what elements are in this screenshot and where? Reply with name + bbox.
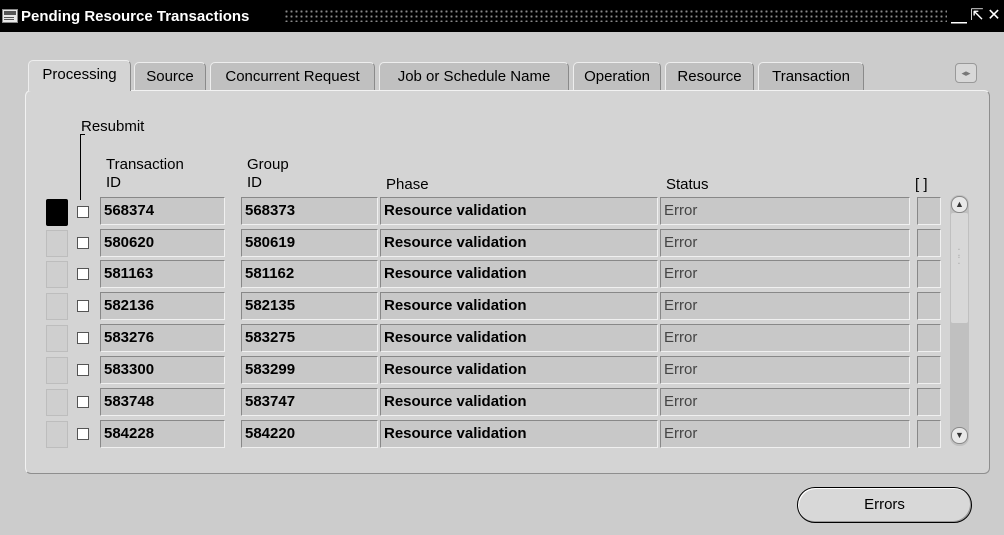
cell-transaction-id[interactable]: 580620 — [100, 229, 225, 257]
header-group-id-line2: ID — [247, 174, 262, 191]
cell-extra[interactable] — [917, 388, 941, 416]
cell-status[interactable]: Error — [660, 260, 910, 288]
window-title: Pending Resource Transactions — [21, 8, 250, 25]
resubmit-checkbox[interactable] — [77, 237, 89, 249]
cell-group-id[interactable]: 581162 — [241, 260, 378, 288]
scroll-down-icon[interactable]: ▼ — [951, 427, 968, 444]
errors-button[interactable]: Errors — [797, 487, 972, 523]
tab-scroll-arrows-icon[interactable]: ◂▸ — [955, 63, 977, 83]
header-transaction-id-line2: ID — [106, 174, 121, 191]
tab-transaction[interactable]: Transaction — [758, 62, 864, 90]
cell-transaction-id[interactable]: 568374 — [100, 197, 225, 225]
vertical-scrollbar[interactable]: ▲ ⁚ ⁚ ▼ — [950, 195, 969, 446]
header-extra: [ ] — [915, 176, 928, 193]
cell-extra[interactable] — [917, 292, 941, 320]
header-transaction-id-line1: Transaction — [106, 156, 184, 173]
cell-group-id[interactable]: 583747 — [241, 388, 378, 416]
tab-processing[interactable]: Processing — [28, 60, 131, 91]
row-selector[interactable] — [46, 261, 68, 288]
cell-transaction-id[interactable]: 582136 — [100, 292, 225, 320]
resubmit-checkbox[interactable] — [77, 206, 89, 218]
header-phase: Phase — [386, 176, 429, 193]
cell-group-id[interactable]: 583299 — [241, 356, 378, 384]
cell-extra[interactable] — [917, 197, 941, 225]
cell-extra[interactable] — [917, 356, 941, 384]
row-selector[interactable] — [46, 230, 68, 257]
cell-phase[interactable]: Resource validation — [380, 229, 658, 257]
resubmit-checkbox[interactable] — [77, 268, 89, 280]
maximize-icon[interactable]: ⇱ — [968, 7, 986, 25]
cell-status[interactable]: Error — [660, 229, 910, 257]
cell-extra[interactable] — [917, 420, 941, 448]
title-bar-pattern — [284, 9, 947, 22]
row-selector[interactable] — [46, 325, 68, 352]
row-selector[interactable] — [46, 293, 68, 320]
cell-transaction-id[interactable]: 583300 — [100, 356, 225, 384]
tab-operation[interactable]: Operation — [573, 62, 661, 90]
cell-group-id[interactable]: 568373 — [241, 197, 378, 225]
resubmit-bracket-line — [80, 134, 81, 200]
header-status: Status — [666, 176, 709, 193]
title-bar: Pending Resource Transactions ⎽ ⇱ ✕ — [0, 0, 1004, 32]
resubmit-checkbox[interactable] — [77, 364, 89, 376]
tab-concurrent-request[interactable]: Concurrent Request — [210, 62, 375, 90]
tab-job-or-schedule-name[interactable]: Job or Schedule Name — [379, 62, 569, 90]
row-selector[interactable] — [46, 421, 68, 448]
resubmit-header: Resubmit — [81, 118, 145, 135]
cell-status[interactable]: Error — [660, 292, 910, 320]
cell-extra[interactable] — [917, 324, 941, 352]
resubmit-checkbox[interactable] — [77, 300, 89, 312]
cell-phase[interactable]: Resource validation — [380, 420, 658, 448]
tab-source[interactable]: Source — [134, 62, 206, 90]
close-icon[interactable]: ✕ — [985, 7, 1003, 25]
cell-group-id[interactable]: 582135 — [241, 292, 378, 320]
resubmit-bracket-tick — [80, 134, 85, 135]
cell-status[interactable]: Error — [660, 420, 910, 448]
cell-extra[interactable] — [917, 260, 941, 288]
cell-status[interactable]: Error — [660, 356, 910, 384]
cell-phase[interactable]: Resource validation — [380, 260, 658, 288]
cell-status[interactable]: Error — [660, 197, 910, 225]
cell-group-id[interactable]: 583275 — [241, 324, 378, 352]
cell-status[interactable]: Error — [660, 324, 910, 352]
cell-phase[interactable]: Resource validation — [380, 292, 658, 320]
cell-phase[interactable]: Resource validation — [380, 197, 658, 225]
cell-phase[interactable]: Resource validation — [380, 324, 658, 352]
cell-phase[interactable]: Resource validation — [380, 356, 658, 384]
resubmit-checkbox[interactable] — [77, 428, 89, 440]
row-selector[interactable] — [46, 389, 68, 416]
cell-transaction-id[interactable]: 584228 — [100, 420, 225, 448]
cell-group-id[interactable]: 580619 — [241, 229, 378, 257]
scroll-up-icon[interactable]: ▲ — [951, 196, 968, 213]
cell-phase[interactable]: Resource validation — [380, 388, 658, 416]
resubmit-checkbox[interactable] — [77, 332, 89, 344]
cell-transaction-id[interactable]: 583276 — [100, 324, 225, 352]
cell-transaction-id[interactable]: 581163 — [100, 260, 225, 288]
row-selector[interactable] — [46, 357, 68, 384]
cell-status[interactable]: Error — [660, 388, 910, 416]
row-selector[interactable] — [46, 199, 68, 226]
cell-transaction-id[interactable]: 583748 — [100, 388, 225, 416]
cell-extra[interactable] — [917, 229, 941, 257]
app-icon — [2, 9, 18, 23]
scrollbar-grip-icon: ⁚ ⁚ — [957, 248, 961, 267]
tab-resource[interactable]: Resource — [665, 62, 754, 90]
header-group-id-line1: Group — [247, 156, 289, 173]
cell-group-id[interactable]: 584220 — [241, 420, 378, 448]
resubmit-checkbox[interactable] — [77, 396, 89, 408]
minimize-icon[interactable]: ⎽ — [950, 7, 968, 25]
